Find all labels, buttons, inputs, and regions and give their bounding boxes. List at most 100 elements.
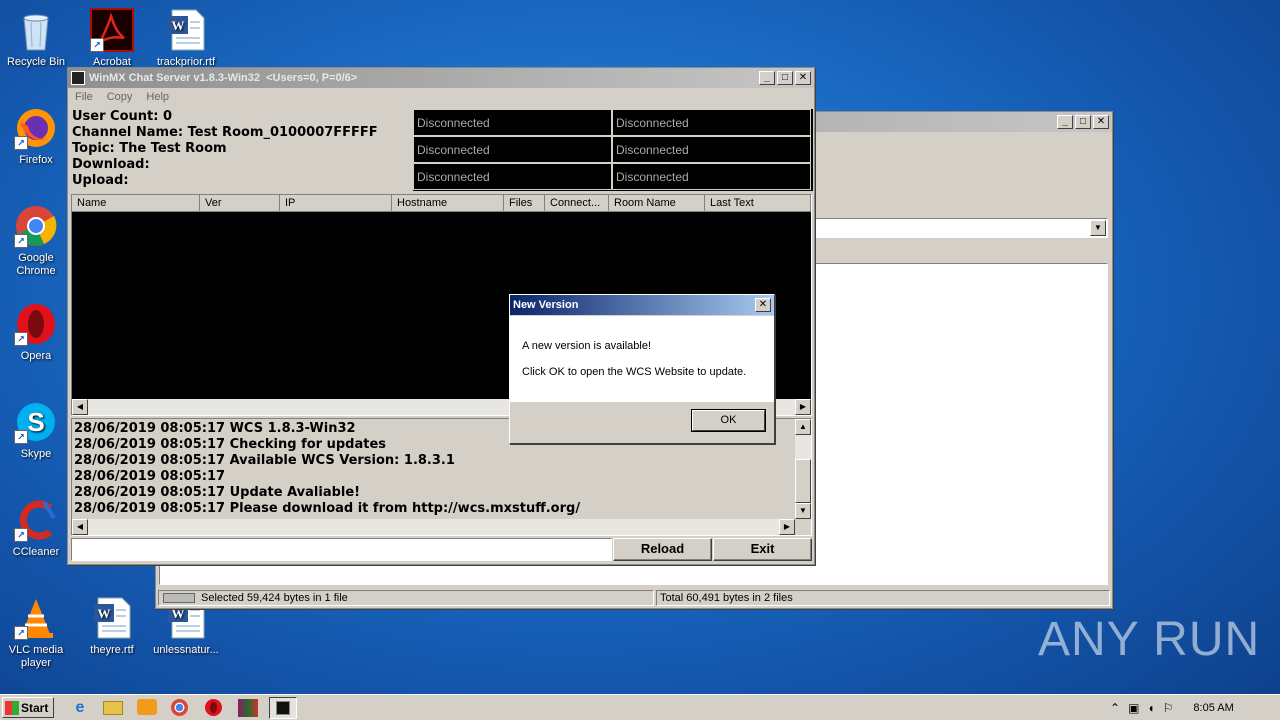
desktop-icon-label: unlessnatur... [153,644,219,656]
log-line: 28/06/2019 08:05:17 Available WCS Versio… [74,453,455,468]
drive-icon [163,593,195,603]
menu-help[interactable]: Help [146,91,169,103]
shortcut-arrow-icon: ↗ [14,430,28,444]
column-header-files[interactable]: Files [504,195,545,212]
chevron-down-icon[interactable]: ▼ [1090,220,1106,236]
menu-copy[interactable]: Copy [107,91,133,103]
desktop-icon-theyre[interactable]: W theyre.rtf [77,596,147,657]
desktop-icon-skype[interactable]: S ↗ Skype [1,400,71,461]
column-header-name[interactable]: Name [72,195,200,212]
address-combo[interactable]: ▼ [814,218,1108,238]
column-header-connect[interactable]: Connect... [545,195,609,212]
winrar-icon[interactable] [238,699,258,717]
volume-icon[interactable]: ◖ [1147,701,1154,715]
new-version-dialog[interactable]: New Version ✕ A new version is available… [509,294,775,444]
scroll-down-arrow-icon[interactable]: ▼ [795,503,811,519]
desktop-icon-trackprior[interactable]: W trackprior.rtf [151,8,221,69]
start-button[interactable]: Start [2,697,54,718]
upload-label: Upload: [72,173,129,188]
windows-logo-icon [5,700,19,715]
opera-taskbar-icon[interactable] [205,699,222,716]
desktop-icon-ccleaner[interactable]: ↗ CCleaner [1,498,71,559]
scroll-thumb[interactable] [795,459,811,503]
column-header-last-text[interactable]: Last Text [705,195,811,212]
scroll-right-arrow-icon[interactable]: ▶ [795,399,811,415]
network-icon[interactable]: ▣ [1128,701,1139,715]
column-header-ip[interactable]: IP [280,195,392,212]
topic: Topic: The Test Room [72,141,227,156]
exit-button[interactable]: Exit [713,538,812,561]
desktop-icon-acrobat[interactable]: ↗ Acrobat [77,8,147,69]
minimize-button[interactable]: _ [759,71,775,85]
action-center-flag-icon[interactable]: ⚐ [1163,701,1174,715]
shortcut-arrow-icon: ↗ [90,38,104,52]
start-label: Start [21,700,49,715]
status-bar: Selected 59,424 bytes in 1 file Total 60… [156,588,1112,608]
chrome-taskbar-icon[interactable] [171,699,188,716]
status-right-pane: Total 60,491 bytes in 2 files [656,590,1110,606]
connection-status-cell: Disconnected [413,163,612,190]
ccleaner-icon: ↗ [14,498,58,542]
firefox-icon: ↗ [14,106,58,150]
minimize-button[interactable]: _ [1057,115,1073,129]
ok-button-label: OK [692,410,765,431]
desktop-icon-label: Opera [20,350,52,362]
close-button[interactable]: ✕ [795,71,811,85]
desktop-icon-label: Google Chrome [16,252,56,277]
menu-file[interactable]: File [75,91,93,103]
chat-input[interactable] [71,538,612,561]
column-header-room-name[interactable]: Room Name [609,195,705,212]
status-right-text: Total 60,491 bytes in 2 files [660,592,793,604]
media-player-icon[interactable] [137,699,157,715]
desktop-icon-label: CCleaner [12,546,60,558]
chrome-icon: ↗ [14,204,58,248]
server-info: User Count: 0 Channel Name: Test Room_01… [72,109,412,189]
connection-status-cell: Disconnected [612,109,811,136]
desktop-icon-opera[interactable]: ↗ Opera [1,302,71,363]
reload-button[interactable]: Reload [613,538,712,561]
scroll-right-arrow-icon[interactable]: ▶ [779,519,795,535]
column-header-ver[interactable]: Ver [200,195,280,212]
connection-status-cell: Disconnected [413,136,612,163]
dialog-message-1: A new version is available! [522,340,652,352]
desktop-icon-recycle-bin[interactable]: Recycle Bin [1,8,71,69]
maximize-button[interactable]: □ [1075,115,1091,129]
shortcut-arrow-icon: ↗ [14,626,28,640]
ok-button[interactable]: OK [691,409,766,432]
desktop-icon-vlc[interactable]: ↗ VLC media player [1,596,71,670]
menu-bar: File Copy Help [68,88,814,106]
maximize-button[interactable]: □ [777,71,793,85]
user-count: User Count: 0 [72,109,173,124]
svg-text:S: S [27,407,44,437]
system-tray: ⌃ ▣ ◖ ⚐ 8:05 AM [1106,697,1278,719]
word-document-icon: W [90,596,134,640]
column-header-hostname[interactable]: Hostname [392,195,504,212]
close-button[interactable]: ✕ [1093,115,1109,129]
desktop-icon-chrome[interactable]: ↗ Google Chrome [1,204,71,278]
acrobat-icon: ↗ [90,8,134,52]
close-button[interactable]: ✕ [755,298,771,312]
opera-icon: ↗ [14,302,58,346]
ie-icon[interactable]: e [70,699,90,717]
log-horizontal-scrollbar[interactable]: ◀ ▶ [72,519,795,535]
desktop-icon-label: theyre.rtf [90,644,134,656]
scroll-up-arrow-icon[interactable]: ▲ [795,419,811,435]
log-line: 28/06/2019 08:05:17 WCS 1.8.3-Win32 [74,421,356,436]
log-vertical-scrollbar[interactable]: ▲ ▼ [795,419,811,519]
show-hidden-icons-icon[interactable]: ⌃ [1110,701,1120,715]
desktop-icon-firefox[interactable]: ↗ Firefox [1,106,71,167]
dialog-titlebar[interactable]: New Version ✕ [510,295,774,315]
desktop-icon-label: VLC media player [8,644,64,669]
folder-icon[interactable] [103,701,123,715]
main-window-titlebar[interactable]: WinMX Chat Server v1.8.3-Win32 <Users=0,… [68,68,814,88]
connection-status-cell: Disconnected [612,136,811,163]
log-line: 28/06/2019 08:05:17 [74,469,226,484]
winmx-taskbar-icon [276,701,290,715]
winmx-taskbar-button[interactable] [269,697,297,719]
shortcut-arrow-icon: ↗ [14,528,28,542]
clock[interactable]: 8:05 AM [1193,702,1233,714]
scroll-left-arrow-icon[interactable]: ◀ [72,519,88,535]
channel-name: Channel Name: Test Room_0100007FFFFF [72,125,378,140]
watermark-text: ANY RUN [1038,613,1261,666]
scroll-left-arrow-icon[interactable]: ◀ [72,399,88,415]
